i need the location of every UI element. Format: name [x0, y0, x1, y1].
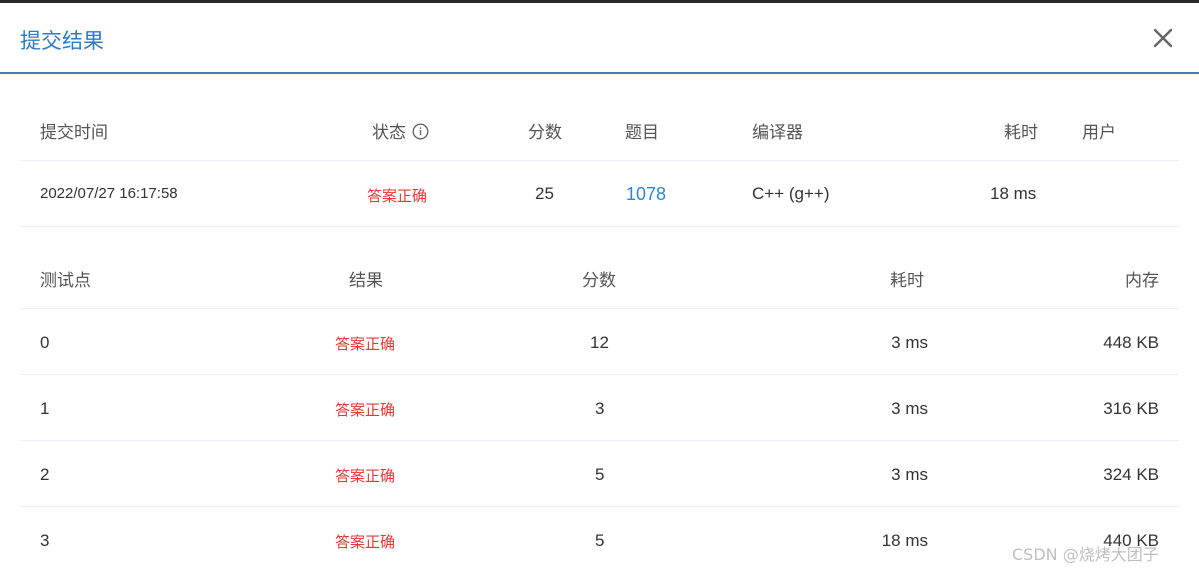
testcase-score: 12 [590, 333, 609, 352]
dialog-title: 提交结果 [20, 29, 104, 53]
testcase-elapsed: 3 ms [891, 465, 928, 484]
testcase-elapsed: 3 ms [891, 333, 928, 352]
testcase-memory: 324 KB [1103, 465, 1159, 484]
header-score: 分数 [528, 123, 562, 143]
submit-time: 2022/07/27 16:17:58 [40, 185, 178, 202]
row-divider [20, 308, 1179, 309]
header-problem: 题目 [625, 123, 659, 143]
testcase-result: 答案正确 [335, 533, 396, 551]
submission-elapsed: 18 ms [990, 184, 1037, 203]
close-icon [1153, 28, 1173, 48]
testcase-score: 5 [595, 531, 605, 550]
testcase-score: 3 [595, 399, 605, 418]
header-memory: 内存 [1125, 271, 1159, 291]
header-submit-time: 提交时间 [40, 123, 108, 143]
header-tc-score: 分数 [582, 271, 616, 291]
row-divider [20, 160, 1179, 161]
header-result: 结果 [349, 271, 383, 291]
row-divider [20, 374, 1179, 375]
testcase-id: 1 [40, 399, 50, 418]
header-compiler: 编译器 [752, 123, 803, 143]
testcase-elapsed: 18 ms [881, 531, 928, 550]
testcase-id: 3 [40, 531, 50, 550]
testcase-id: 0 [40, 333, 50, 352]
testcase-result: 答案正确 [335, 467, 396, 485]
testcase-result: 答案正确 [335, 401, 396, 419]
header-elapsed: 耗时 [1004, 123, 1038, 143]
header-status: 状态 [372, 118, 429, 143]
dialog-header: 提交结果 [0, 3, 1199, 74]
header-testcase: 测试点 [40, 271, 91, 291]
testcase-id: 2 [40, 465, 50, 484]
header-user: 用户 [1082, 123, 1116, 143]
submission-score: 25 [535, 184, 554, 203]
close-button[interactable] [1148, 23, 1178, 53]
row-divider [20, 226, 1179, 227]
testcase-memory: 316 KB [1103, 399, 1159, 418]
row-divider [20, 506, 1179, 507]
compiler-name: C++ (g++) [752, 184, 830, 203]
status-badge: 答案正确 [367, 187, 428, 205]
problem-link[interactable]: 1078 [626, 184, 666, 205]
info-icon[interactable] [412, 123, 429, 140]
testcase-score: 5 [595, 465, 605, 484]
watermark: CSDN @烧烤大团子 [1012, 545, 1159, 564]
testcase-elapsed: 3 ms [891, 399, 928, 418]
submission-result-dialog: 提交结果 提交时间 状态 分数 题目 编译器 耗时 用户 2022/07/27 … [0, 3, 1199, 571]
header-status-label: 状态 [372, 123, 406, 143]
header-tc-elapsed: 耗时 [890, 271, 924, 291]
testcase-result: 答案正确 [335, 335, 396, 353]
testcase-memory: 448 KB [1103, 333, 1159, 352]
row-divider [20, 440, 1179, 441]
